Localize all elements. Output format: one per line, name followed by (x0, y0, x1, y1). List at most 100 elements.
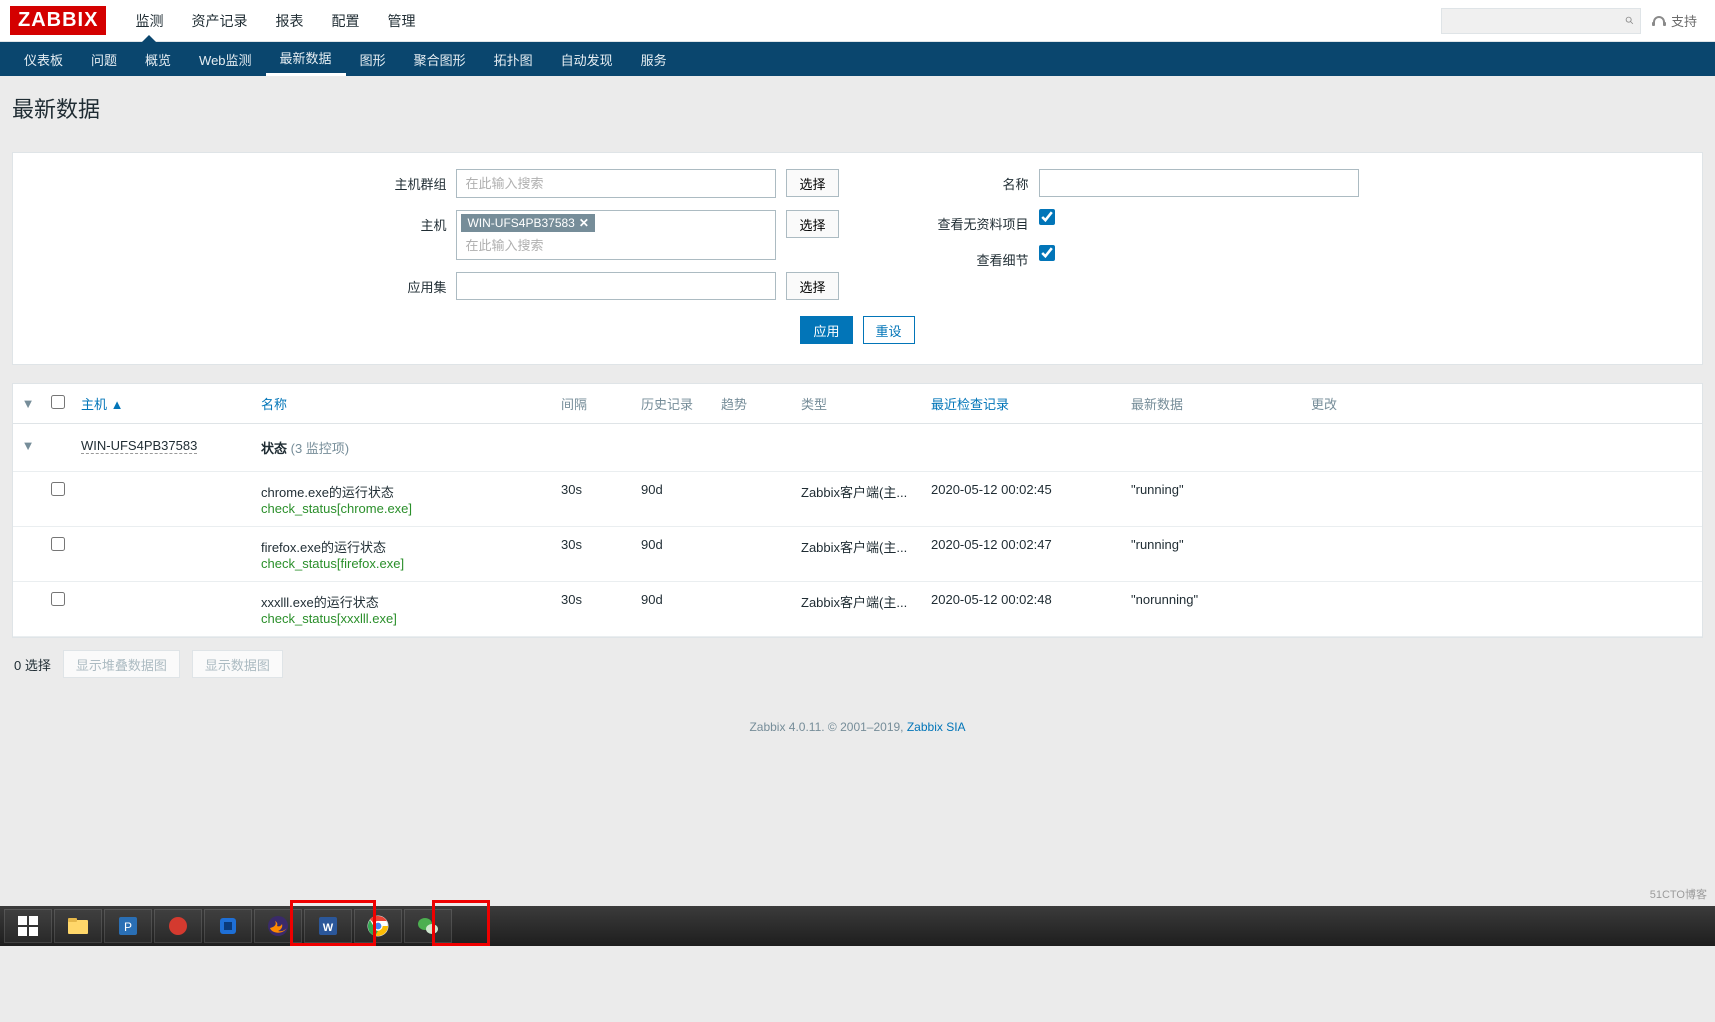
col-last-value: 最新数据 (1123, 384, 1303, 424)
item-last-check: 2020-05-12 00:02:45 (923, 472, 1123, 527)
annotation-box-1 (290, 900, 376, 946)
topnav-reports[interactable]: 报表 (261, 0, 317, 41)
global-search[interactable] (1441, 8, 1641, 34)
filter-card: 主机群组 选择 主机 WIN-UFS4PB37583 ✕ (12, 152, 1703, 365)
col-history: 历史记录 (633, 384, 713, 424)
host-link[interactable]: WIN-UFS4PB37583 (81, 438, 197, 454)
table-row: chrome.exe的运行状态 check_status[chrome.exe]… (13, 472, 1702, 527)
item-last-value: "running" (1123, 472, 1303, 527)
host-tag[interactable]: WIN-UFS4PB37583 ✕ (461, 214, 594, 232)
brand-logo[interactable]: ZABBIX (10, 6, 106, 35)
application-name: 状态 (261, 441, 287, 456)
name-input[interactable] (1039, 169, 1359, 197)
data-table-card: ▼ 主机 ▲ 名称 间隔 历史记录 趋势 类型 最近检查记录 最新数据 更改 (12, 383, 1703, 638)
start-button[interactable] (4, 909, 52, 943)
row-checkbox[interactable] (51, 537, 65, 551)
reset-button[interactable]: 重设 (863, 316, 915, 344)
search-input[interactable] (1448, 13, 1625, 28)
item-trends (713, 472, 793, 527)
subnav-web[interactable]: Web监测 (185, 42, 266, 76)
topbar: ZABBIX 监测 资产记录 报表 配置 管理 支持 (0, 0, 1715, 42)
item-name: xxxlll.exe的运行状态 (261, 592, 545, 611)
topnav: 监测 资产记录 报表 配置 管理 (121, 0, 429, 41)
item-trends (713, 527, 793, 582)
support-link[interactable]: 支持 (1651, 11, 1697, 30)
topnav-admin[interactable]: 管理 (373, 0, 429, 41)
hostgroup-select-button[interactable]: 选择 (786, 169, 838, 197)
hostgroup-multiselect[interactable] (456, 169, 776, 198)
host-select-button[interactable]: 选择 (786, 210, 838, 238)
row-checkbox[interactable] (51, 482, 65, 496)
app-icon-2[interactable] (154, 909, 202, 943)
host-multiselect[interactable]: WIN-UFS4PB37583 ✕ (456, 210, 776, 260)
col-name[interactable]: 名称 (261, 397, 287, 412)
item-type: Zabbix客户端(主... (793, 527, 923, 582)
sort-asc-icon: ▲ (111, 397, 124, 412)
item-history: 90d (633, 472, 713, 527)
selected-count: 0 选择 (14, 655, 51, 674)
application-select-button[interactable]: 选择 (786, 272, 838, 300)
graph-button[interactable]: 显示数据图 (192, 650, 283, 678)
expand-all-icon[interactable]: ▼ (21, 396, 35, 411)
show-empty-checkbox[interactable] (1039, 209, 1055, 225)
subnav-maps[interactable]: 拓扑图 (480, 42, 547, 76)
item-last-check: 2020-05-12 00:02:48 (923, 582, 1123, 637)
apply-button[interactable]: 应用 (800, 316, 852, 344)
item-change (1303, 582, 1383, 637)
select-all-checkbox[interactable] (51, 395, 65, 409)
subnav-dashboard[interactable]: 仪表板 (10, 42, 77, 76)
host-group-row: ▼ WIN-UFS4PB37583 状态 (3 监控项) (13, 424, 1702, 472)
show-details-checkbox[interactable] (1039, 245, 1055, 261)
windows-taskbar: P W (0, 906, 1715, 946)
latest-data-table: ▼ 主机 ▲ 名称 间隔 历史记录 趋势 类型 最近检查记录 最新数据 更改 (13, 384, 1702, 637)
topnav-monitoring[interactable]: 监测 (121, 0, 177, 41)
label-name: 名称 (899, 169, 1029, 193)
item-history: 90d (633, 582, 713, 637)
app-icon-1[interactable]: P (104, 909, 152, 943)
item-key-link[interactable]: check_status[xxxlll.exe] (261, 611, 397, 626)
label-show-details: 查看细节 (899, 245, 1029, 269)
item-change (1303, 527, 1383, 582)
label-application: 应用集 (356, 272, 446, 296)
item-type: Zabbix客户端(主... (793, 582, 923, 637)
table-row: xxxlll.exe的运行状态 check_status[xxxlll.exe]… (13, 582, 1702, 637)
item-last-value: "running" (1123, 527, 1303, 582)
svg-text:P: P (124, 920, 132, 934)
subnav-overview[interactable]: 概览 (131, 42, 185, 76)
col-change: 更改 (1303, 384, 1383, 424)
col-trends: 趋势 (713, 384, 793, 424)
search-icon[interactable] (1625, 13, 1634, 29)
explorer-icon[interactable] (54, 909, 102, 943)
table-row: firefox.exe的运行状态 check_status[firefox.ex… (13, 527, 1702, 582)
page-title: 最新数据 (0, 76, 1715, 140)
hostgroup-input[interactable] (461, 173, 771, 194)
col-last-check[interactable]: 最近检查记录 (931, 397, 1009, 412)
topnav-config[interactable]: 配置 (317, 0, 373, 41)
item-key-link[interactable]: check_status[chrome.exe] (261, 501, 412, 516)
col-host[interactable]: 主机 ▲ (81, 397, 124, 412)
expand-host-icon[interactable]: ▼ (21, 438, 35, 453)
application-input[interactable] (456, 272, 776, 300)
app-icon-3[interactable] (204, 909, 252, 943)
subnav-latestdata[interactable]: 最新数据 (266, 42, 346, 76)
selection-footer: 0 选择 显示堆叠数据图 显示数据图 (12, 638, 1703, 678)
label-host: 主机 (356, 210, 446, 234)
item-last-check: 2020-05-12 00:02:47 (923, 527, 1123, 582)
subnav-problems[interactable]: 问题 (77, 42, 131, 76)
subnav-services[interactable]: 服务 (627, 42, 681, 76)
item-key-link[interactable]: check_status[firefox.exe] (261, 556, 404, 571)
stacked-graph-button[interactable]: 显示堆叠数据图 (63, 650, 180, 678)
zabbix-sia-link[interactable]: Zabbix SIA (907, 720, 966, 734)
item-change (1303, 472, 1383, 527)
topnav-inventory[interactable]: 资产记录 (177, 0, 261, 41)
row-checkbox[interactable] (51, 592, 65, 606)
subnav-graphs[interactable]: 图形 (346, 42, 400, 76)
item-name: firefox.exe的运行状态 (261, 537, 545, 556)
subnav-screens[interactable]: 聚合图形 (400, 42, 480, 76)
host-tag-remove-icon[interactable]: ✕ (579, 216, 589, 230)
host-input[interactable] (461, 235, 771, 256)
subnav: 仪表板 问题 概览 Web监测 最新数据 图形 聚合图形 拓扑图 自动发现 服务 (0, 42, 1715, 76)
item-interval: 30s (553, 582, 633, 637)
subnav-discovery[interactable]: 自动发现 (547, 42, 627, 76)
item-count: (3 监控项) (291, 441, 350, 456)
